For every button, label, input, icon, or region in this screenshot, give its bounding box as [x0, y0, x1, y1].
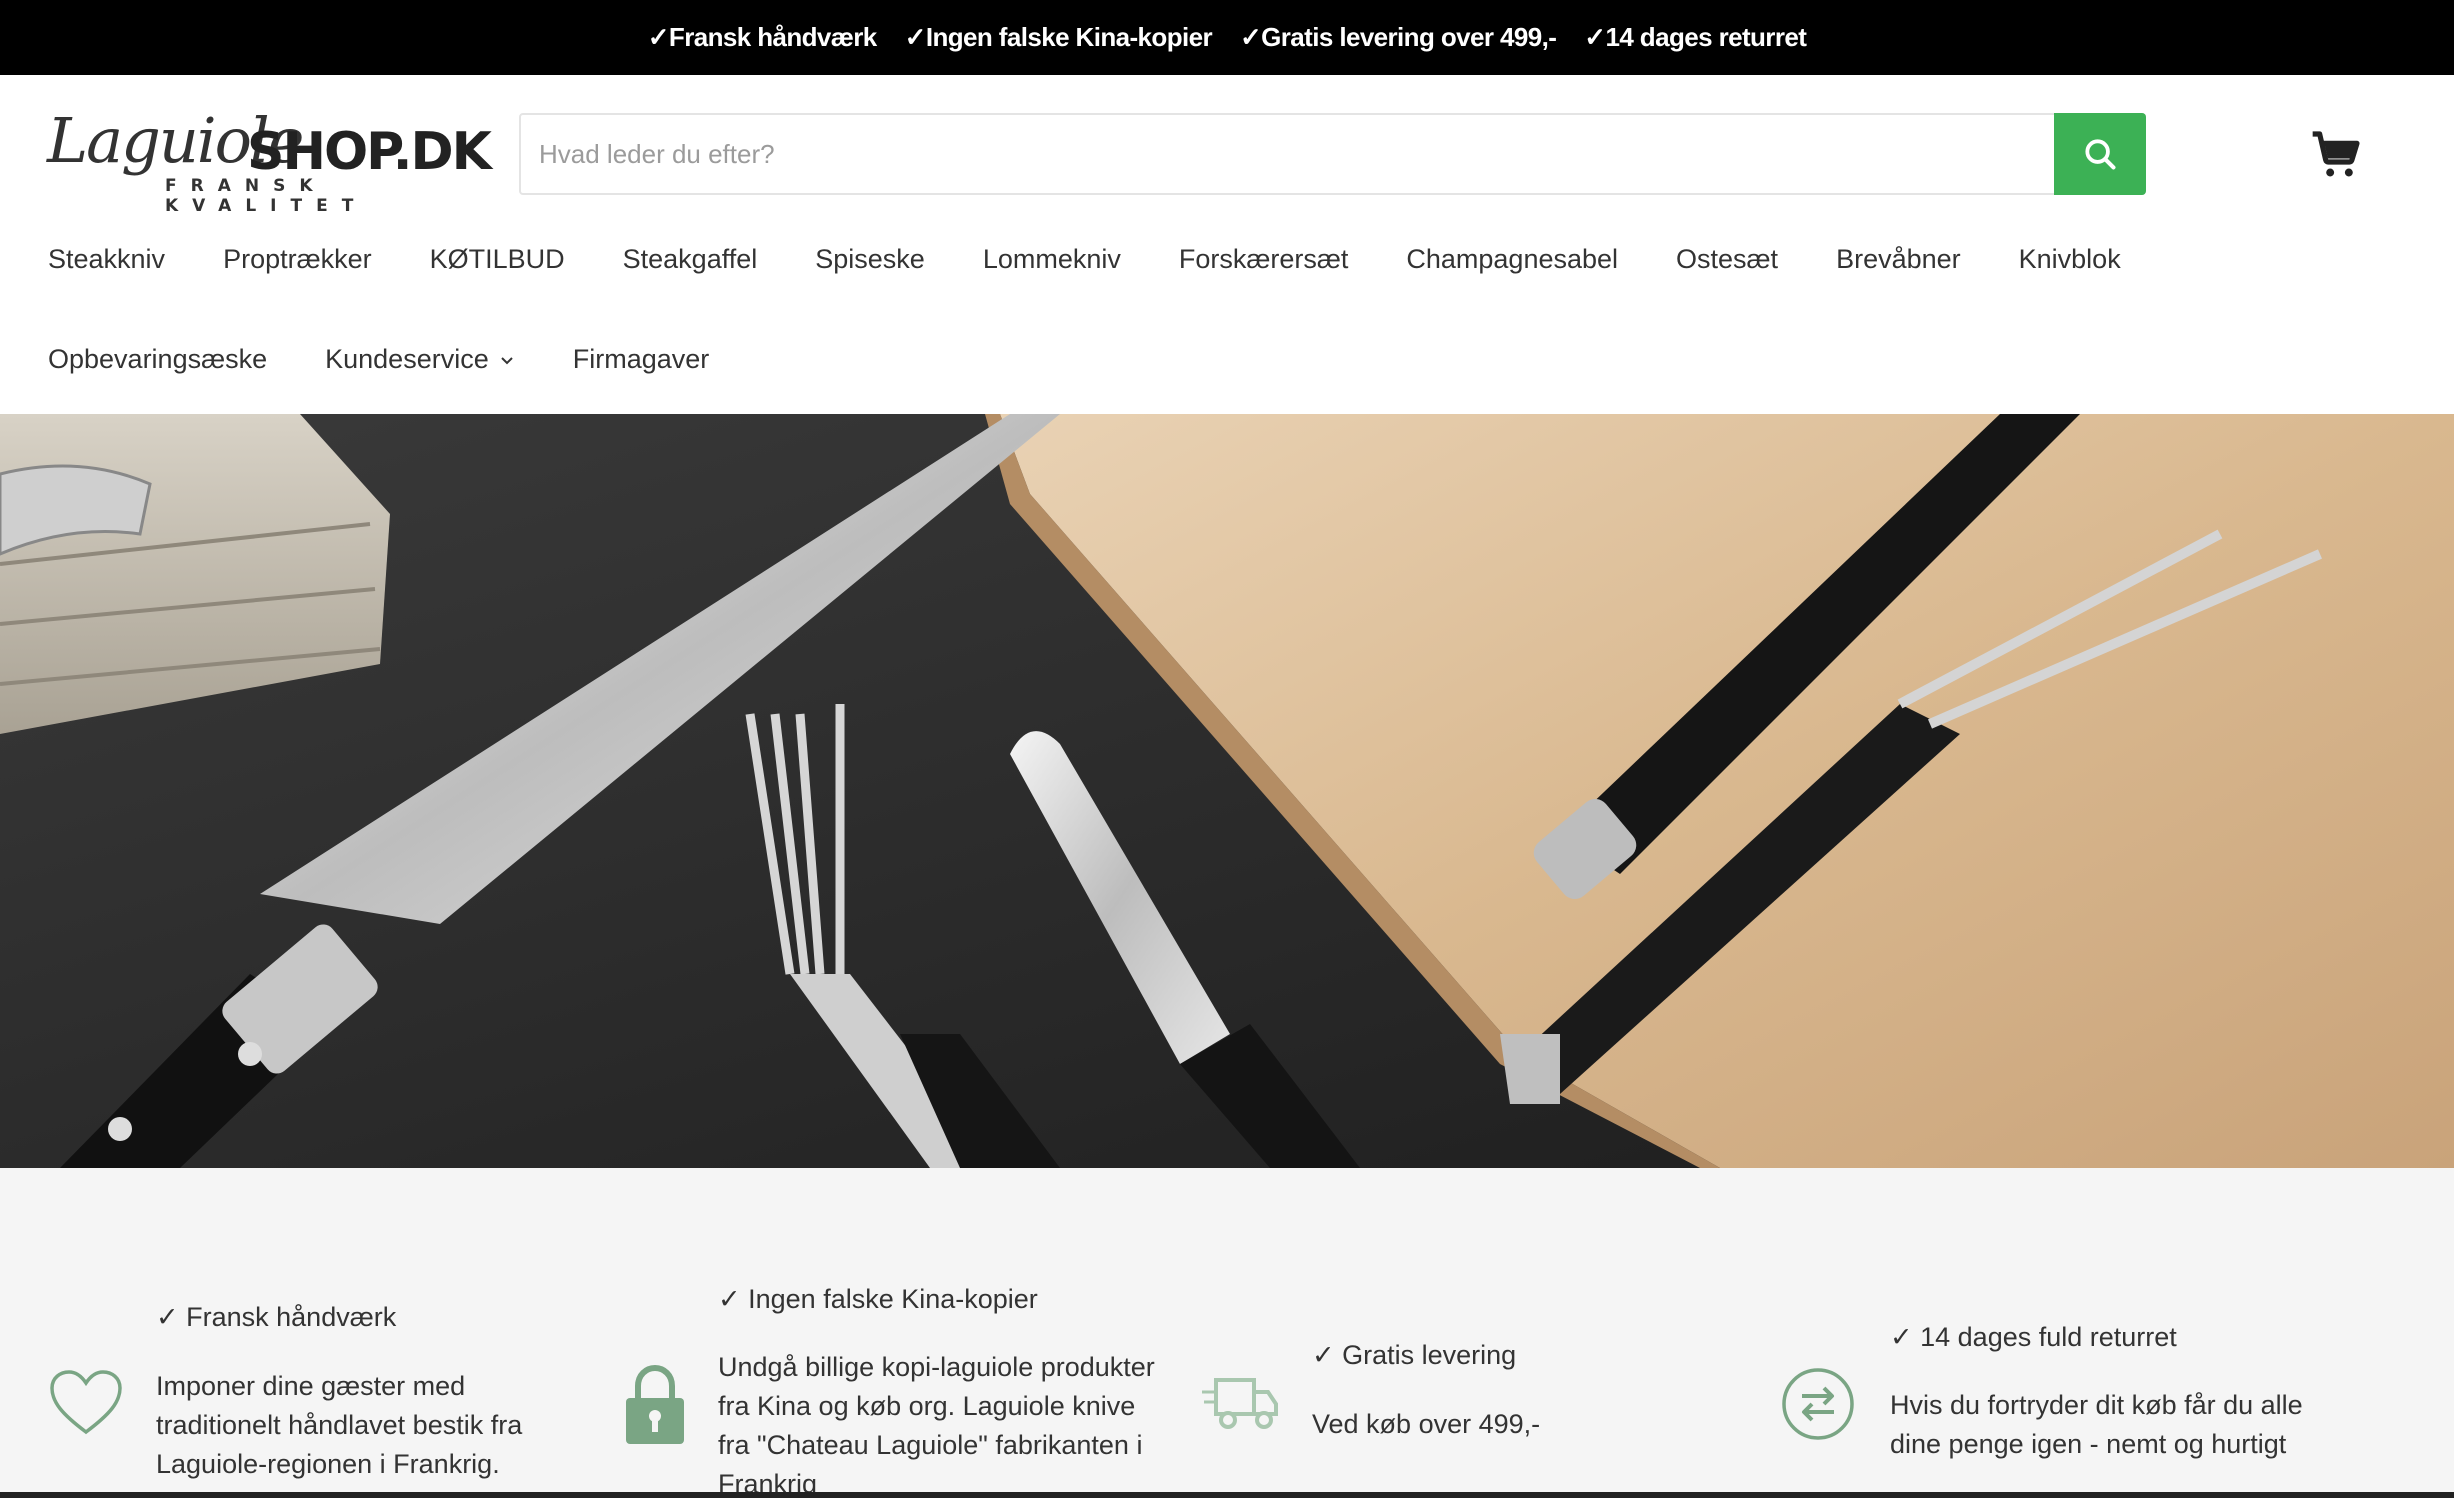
- nav-item-kundeservice-label: Kundeservice: [325, 344, 489, 374]
- logo-tagline: FRANSK KVALITET: [165, 176, 368, 216]
- search-icon: [2085, 139, 2116, 170]
- nav-item-steakkniv[interactable]: Steakkniv: [48, 244, 165, 275]
- announcement-item: ✓Fransk håndværk: [647, 22, 878, 52]
- site-logo[interactable]: Laguiole SHOP.DK FRANSK KVALITET: [47, 104, 492, 216]
- nav-item-spiseske[interactable]: Spiseske: [815, 244, 925, 275]
- announcement-item: ✓Ingen falske Kina-kopier: [904, 22, 1213, 52]
- nav-item-proptraekker[interactable]: Proptrækker: [223, 244, 372, 275]
- feature-text-line: Hvis du fortryder dit køb får du alle: [1890, 1390, 2303, 1420]
- feature-text: Hvis du fortryder dit køb får du alle di…: [1890, 1386, 2303, 1464]
- hero-banner[interactable]: [0, 414, 2454, 1168]
- feature-text: Imponer dine gæster med traditionelt hån…: [156, 1367, 522, 1484]
- search-button[interactable]: [2054, 113, 2146, 195]
- feature-title: ✓ Gratis levering: [1312, 1340, 1517, 1370]
- announcement-item: ✓Gratis levering over 499,-: [1239, 22, 1557, 52]
- announcement-item: ✓14 dages returret: [1584, 22, 1807, 52]
- nav-item-brevaabner[interactable]: Brevåbner: [1836, 244, 1961, 275]
- nav-item-kundeservice[interactable]: Kundeservice: [325, 344, 515, 375]
- search-bar: [519, 113, 2146, 195]
- announcement-bar: ✓Fransk håndværk ✓Ingen falske Kina-kopi…: [0, 0, 2454, 75]
- feature-text-line: Undgå billige kopi-laguiole produkter: [718, 1352, 1155, 1382]
- nav-item-lommekniv[interactable]: Lommekniv: [983, 244, 1121, 275]
- nav-item-ostesaet[interactable]: Ostesæt: [1676, 244, 1778, 275]
- usp-section: ✓ Fransk håndværk Imponer dine gæster me…: [0, 1168, 2454, 1498]
- nav-item-knivblok[interactable]: Knivblok: [2019, 244, 2121, 275]
- chevron-down-icon: [501, 356, 513, 364]
- cart-button[interactable]: [2308, 127, 2364, 183]
- feature-text: Undgå billige kopi-laguiole produkter fr…: [718, 1348, 1155, 1498]
- feature-title: ✓ Fransk håndværk: [156, 1302, 397, 1332]
- feature-text-line: Ved køb over 499,-: [1312, 1409, 1541, 1439]
- cart-icon: [2312, 131, 2360, 177]
- truck-icon: [1202, 1378, 1278, 1429]
- feature-text-line: fra "Chateau Laguiole" fabrikanten i: [718, 1430, 1143, 1460]
- feature-text-line: fra Kina og køb org. Laguiole knive: [718, 1391, 1136, 1421]
- hero-image: [0, 414, 2454, 1168]
- feature-text-line: dine penge igen - nemt og hurtigt: [1890, 1429, 2287, 1459]
- nav-item-champagnesabel[interactable]: Champagnesabel: [1406, 244, 1618, 275]
- feature-title: ✓ 14 dages fuld returret: [1890, 1322, 2177, 1352]
- nav-item-forskaerersaet[interactable]: Forskærersæt: [1179, 244, 1349, 275]
- feature-text-line: Imponer dine gæster med: [156, 1371, 466, 1401]
- bottom-divider: [0, 1492, 2454, 1498]
- feature-text-line: Laguiole-regionen i Frankrig.: [156, 1449, 500, 1479]
- nav-item-steakgaffel[interactable]: Steakgaffel: [623, 244, 758, 275]
- nav-item-kotilbud[interactable]: KØTILBUD: [430, 244, 565, 275]
- main-nav: Steakkniv Proptrækker KØTILBUD Steakgaff…: [48, 244, 2179, 275]
- main-nav-row-2: Opbevaringsæske Kundeservice Firmagaver: [48, 344, 767, 375]
- exchange-icon: [1782, 1368, 1854, 1440]
- feature-text-line: traditionelt håndlavet bestik fra: [156, 1410, 523, 1440]
- lock-icon: [626, 1364, 684, 1444]
- nav-item-firmagaver[interactable]: Firmagaver: [573, 344, 710, 375]
- nav-item-opbevaringsaeske[interactable]: Opbevaringsæske: [48, 344, 267, 375]
- feature-title: ✓ Ingen falske Kina-kopier: [718, 1284, 1038, 1314]
- search-input[interactable]: [521, 115, 2056, 193]
- logo-brand: SHOP.DK: [247, 122, 492, 182]
- heart-icon: [50, 1370, 122, 1435]
- feature-text: Ved køb over 499,-: [1312, 1405, 1540, 1444]
